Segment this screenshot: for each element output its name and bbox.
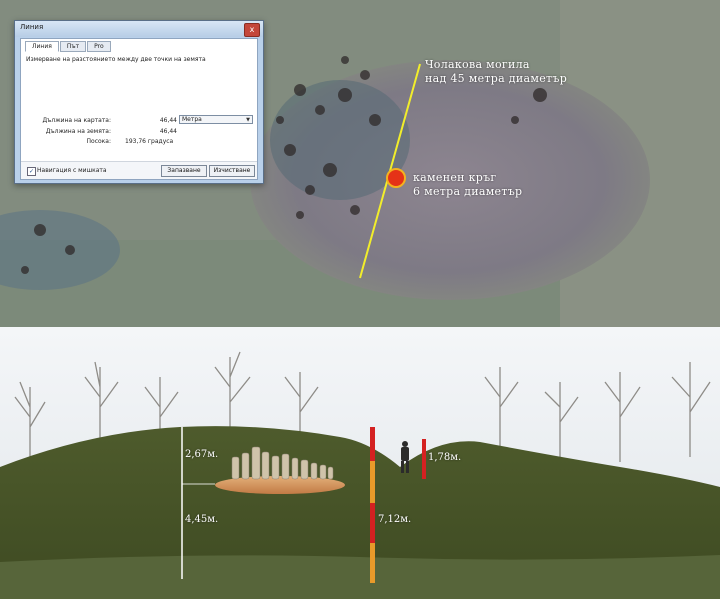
heading-value: 193,76 градуса — [125, 138, 174, 145]
small-pole — [422, 439, 426, 479]
tab-path[interactable]: Път — [59, 41, 87, 52]
clear-button[interactable]: Изчистване — [209, 165, 255, 177]
height-label-bottom: 4,45м. — [185, 514, 219, 525]
measure-dialog: Линия x Линия Път Pro Измерване на разст… — [14, 20, 264, 184]
unit-select[interactable]: Метра ▼ — [179, 115, 253, 124]
stone-circle-marker — [386, 168, 406, 188]
dialog-panel: Линия Път Pro Измерване на разстоянието … — [20, 38, 258, 180]
ground-length-value: 46,44 — [159, 128, 177, 135]
field-scene — [0, 327, 720, 599]
mouse-nav-checkbox[interactable]: ✓ — [27, 167, 36, 176]
satellite-view: Чолакова могила над 45 метра диаметър ка… — [0, 0, 720, 327]
heading-label: Посока: — [86, 138, 111, 145]
tab-line[interactable]: Линия — [25, 41, 59, 52]
pole-segment — [370, 503, 375, 543]
ground-length-label: Дължина на земята: — [45, 128, 111, 135]
tab-bar: Линия Път Pro — [25, 41, 111, 52]
mouse-nav-label: Навигация с мишката — [37, 167, 107, 174]
map-length-label: Дължина на картата: — [42, 117, 111, 124]
height-label-pole: 7,12м. — [378, 514, 412, 525]
height-label-top: 2,67м. — [185, 449, 219, 460]
close-icon: x — [249, 25, 255, 34]
close-button[interactable]: x — [244, 23, 260, 37]
pole-segment — [370, 427, 375, 461]
tab-pro[interactable]: Pro — [87, 41, 111, 52]
composite-image: Чолакова могила над 45 метра диаметър ка… — [0, 0, 720, 599]
pole-segment — [370, 461, 375, 503]
field-photo: 2,67м. 4,45м. 7,12м. 1,78м. — [0, 327, 720, 599]
dialog-title: Линия — [20, 23, 44, 31]
mound-label: Чолакова могила над 45 метра диаметър — [425, 58, 568, 85]
height-label-person: 1,78м. — [428, 452, 462, 463]
map-length-value: 46,44 — [159, 117, 177, 124]
dialog-footer: ✓ Навигация с мишката Запазване Изчиства… — [21, 161, 257, 179]
pole-segment — [370, 543, 375, 583]
chevron-down-icon: ▼ — [246, 117, 250, 123]
save-button[interactable]: Запазване — [161, 165, 207, 177]
unit-selected: Метра — [182, 116, 202, 123]
dialog-description: Измерване на разстоянието между две точк… — [26, 56, 206, 63]
stone-circle-label: каменен кръг 6 метра диаметър — [413, 171, 523, 198]
dialog-titlebar[interactable]: Линия x — [15, 21, 263, 37]
